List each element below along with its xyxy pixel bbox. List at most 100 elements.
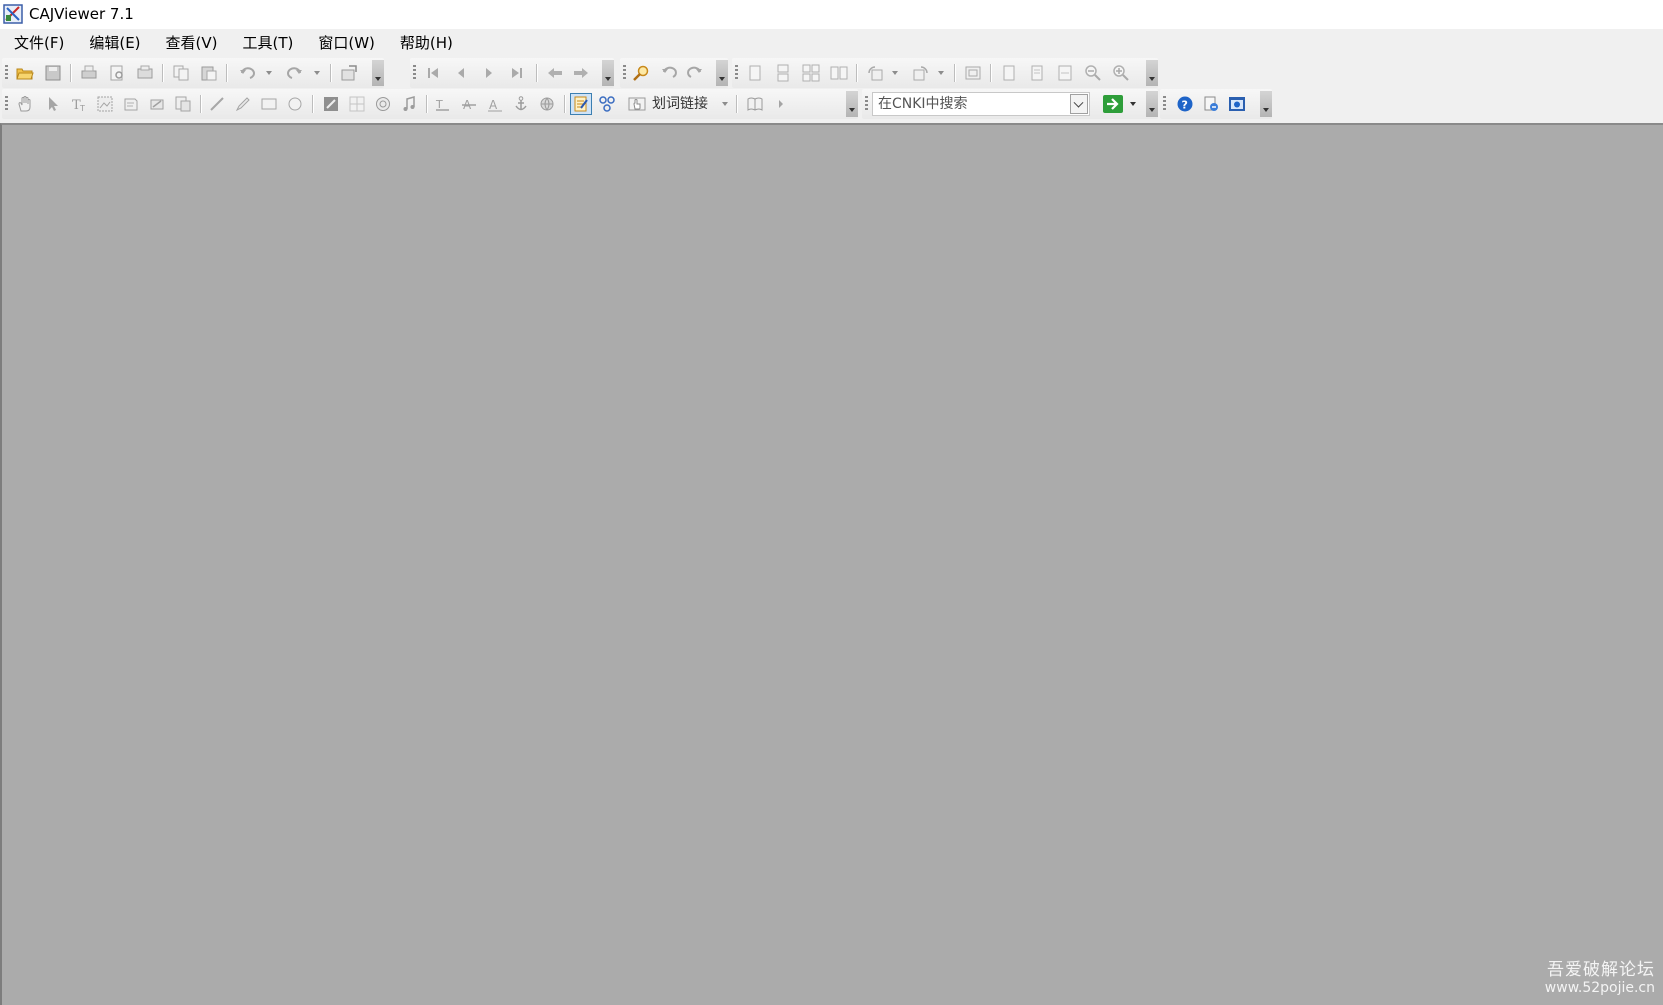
search-options-dropdown-arrow[interactable]: [1130, 102, 1136, 106]
open-button[interactable]: [14, 62, 36, 84]
menu-edit[interactable]: 编辑(E): [78, 29, 151, 57]
select-text-tool-button-active[interactable]: [570, 93, 592, 115]
single-page-button[interactable]: [744, 62, 766, 84]
first-page-button[interactable]: [422, 62, 444, 84]
fit-page-button[interactable]: [1026, 62, 1048, 84]
text-recognize-button[interactable]: [120, 93, 142, 115]
undo-dropdown-arrow[interactable]: [266, 71, 272, 75]
go-forward-button[interactable]: [570, 62, 592, 84]
check-update-button[interactable]: [1200, 93, 1222, 115]
find-next-button[interactable]: [684, 62, 706, 84]
print-preview-button[interactable]: [106, 62, 128, 84]
select-tool-button[interactable]: [42, 93, 64, 115]
fit-width-button[interactable]: [1054, 62, 1076, 84]
chevron-right-icon: [779, 100, 783, 108]
rotate-left-dropdown-arrow[interactable]: [892, 71, 898, 75]
redo-button[interactable]: [284, 62, 306, 84]
toolbar-overflow-chevron[interactable]: [716, 60, 728, 86]
rotate-right-dropdown-arrow[interactable]: [938, 71, 944, 75]
next-page-button[interactable]: [478, 62, 500, 84]
rotate-right-button[interactable]: [910, 62, 932, 84]
image-select-icon: [97, 96, 113, 112]
link-mode-icon-button[interactable]: [626, 93, 648, 115]
toolbar-grip[interactable]: [735, 65, 738, 81]
toolbar-overflow-chevron[interactable]: [1146, 91, 1158, 117]
full-screen-button[interactable]: [962, 62, 984, 84]
strikeout-tool-button[interactable]: A: [458, 93, 480, 115]
cnki-search-input[interactable]: [873, 93, 1065, 115]
rotate-right-icon: [913, 66, 928, 81]
toolbar-overflow-chevron[interactable]: [372, 60, 384, 86]
document-workspace[interactable]: 吾爱破解论坛 www.52pojie.cn: [0, 123, 1663, 1005]
text-select-icon: TT: [72, 98, 85, 113]
rotate-left-button[interactable]: [864, 62, 886, 84]
help-button[interactable]: ?: [1174, 93, 1196, 115]
about-button[interactable]: [1226, 93, 1248, 115]
hand-tool-button[interactable]: [14, 93, 36, 115]
find-previous-button[interactable]: [658, 62, 680, 84]
find-button[interactable]: [630, 62, 652, 84]
more-tools-button[interactable]: [770, 93, 792, 115]
highlight-tool-button[interactable]: [320, 93, 342, 115]
rectangle-tool-button[interactable]: [258, 93, 280, 115]
knowledge-link-button[interactable]: [536, 93, 558, 115]
toolbar-grip[interactable]: [1163, 96, 1166, 112]
scan-button[interactable]: [134, 62, 156, 84]
underline-tool-button[interactable]: T: [432, 93, 454, 115]
select-text-button[interactable]: TT: [68, 93, 90, 115]
pencil-tool-button[interactable]: [232, 93, 254, 115]
go-back-button[interactable]: [544, 62, 566, 84]
redo-dropdown-arrow[interactable]: [314, 71, 320, 75]
title-bar: CAJViewer 7.1: [0, 0, 1663, 28]
link-mode-label[interactable]: 划词链接: [652, 95, 708, 113]
toolbar-overflow-chevron[interactable]: [602, 60, 614, 86]
link-mode-dropdown-arrow[interactable]: [722, 102, 728, 106]
line-tool-button[interactable]: [206, 93, 228, 115]
menu-window[interactable]: 窗口(W): [307, 29, 386, 57]
full-screen-icon: [965, 66, 981, 80]
fit-width-icon: [1058, 65, 1072, 81]
search-history-dropdown-button[interactable]: [1070, 94, 1088, 114]
toolbar-grip[interactable]: [5, 96, 8, 112]
select-image-button[interactable]: [94, 93, 116, 115]
ellipse-tool-button[interactable]: [284, 93, 306, 115]
audio-tool-button[interactable]: [398, 93, 420, 115]
facing-pages-button[interactable]: [828, 62, 850, 84]
page-extract-button[interactable]: [172, 93, 194, 115]
text-note-tool-button[interactable]: A: [484, 93, 506, 115]
toolbar-overflow-chevron[interactable]: [1146, 60, 1158, 86]
snapshot-button[interactable]: [146, 93, 168, 115]
toolbar-overflow-chevron[interactable]: [846, 91, 858, 117]
undo-button[interactable]: [236, 62, 258, 84]
mind-map-button[interactable]: [596, 93, 618, 115]
save-button[interactable]: [42, 62, 64, 84]
print-button[interactable]: [78, 62, 100, 84]
toolbar-grip[interactable]: [623, 65, 626, 81]
continuous-page-button[interactable]: [772, 62, 794, 84]
forward-arrow-icon: [574, 68, 588, 78]
copy-button[interactable]: [170, 62, 192, 84]
menu-file[interactable]: 文件(F): [3, 29, 75, 57]
stamp-tool-button[interactable]: [372, 93, 394, 115]
grid-tool-button[interactable]: [346, 93, 368, 115]
export-button[interactable]: [338, 62, 360, 84]
search-go-icon[interactable]: [1102, 93, 1124, 115]
menu-tools[interactable]: 工具(T): [232, 29, 305, 57]
arrow-pointer-icon: [49, 97, 58, 111]
actual-size-button[interactable]: [998, 62, 1020, 84]
book-view-button[interactable]: [744, 93, 766, 115]
menu-view[interactable]: 查看(V): [155, 29, 229, 57]
toolbar-grip[interactable]: [5, 65, 8, 81]
anchor-tool-button[interactable]: [510, 93, 532, 115]
menu-help[interactable]: 帮助(H): [389, 29, 464, 57]
facing-continuous-button[interactable]: [800, 62, 822, 84]
paste-button[interactable]: [198, 62, 220, 84]
zoom-in-button[interactable]: [1110, 62, 1132, 84]
toolbar-grip[interactable]: [865, 96, 868, 112]
cnki-search-combobox[interactable]: [872, 92, 1090, 116]
last-page-button[interactable]: [506, 62, 528, 84]
toolbar-grip[interactable]: [413, 65, 416, 81]
toolbar-overflow-chevron[interactable]: [1260, 91, 1272, 117]
previous-page-button[interactable]: [450, 62, 472, 84]
zoom-out-button[interactable]: [1082, 62, 1104, 84]
